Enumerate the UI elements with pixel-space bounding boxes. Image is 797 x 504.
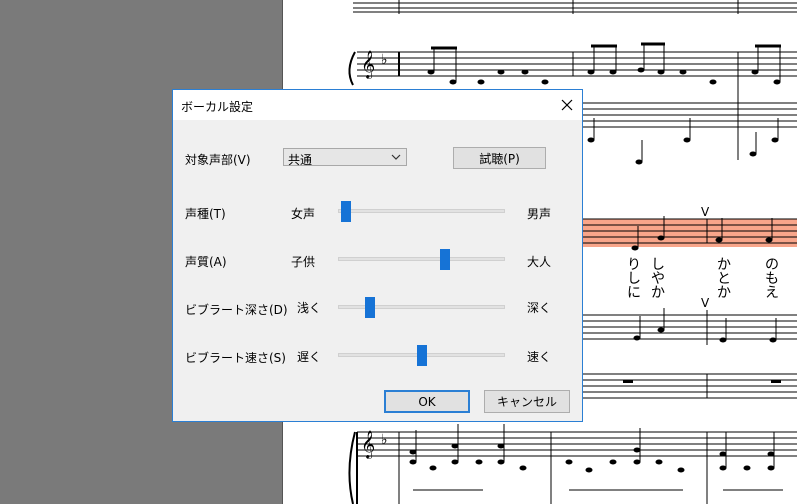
svg-text:♭: ♭ xyxy=(381,432,388,448)
lyric-char: し xyxy=(651,257,665,273)
target-part-label: 対象声部(V) xyxy=(185,153,251,167)
slider-max-vibrato-depth: 深く xyxy=(527,301,552,315)
close-button[interactable] xyxy=(552,90,582,120)
dialog-title: ボーカル設定 xyxy=(181,100,254,114)
target-part-select[interactable]: 共通 xyxy=(283,148,407,167)
lyric-char: の xyxy=(765,257,779,273)
slider-label-voice-type: 声種(T) xyxy=(185,207,226,221)
cancel-button[interactable]: キャンセル xyxy=(484,390,570,413)
slider-label-vibrato-speed: ビブラート速さ(S) xyxy=(185,351,286,365)
slider-thumb-voice-type[interactable] xyxy=(341,201,352,222)
lyric-char: え xyxy=(765,285,779,301)
slider-min-vibrato-speed: 遅く xyxy=(297,350,322,364)
close-icon xyxy=(561,99,573,111)
lyric-char: り xyxy=(627,257,641,273)
slider-min-vibrato-depth: 浅く xyxy=(297,301,322,315)
lyric-char: も xyxy=(765,271,779,287)
lyric-char: か xyxy=(717,257,731,273)
slider-label-vibrato-depth: ビブラート深さ(D) xyxy=(185,303,288,317)
slider-thumb-vibrato-depth[interactable] xyxy=(364,297,375,318)
svg-text:𝄞: 𝄞 xyxy=(361,430,375,459)
lyric-char: か xyxy=(717,285,731,301)
slider-track-voice-type[interactable] xyxy=(338,209,505,213)
svg-text:V: V xyxy=(701,205,710,219)
lyric-char: か xyxy=(651,285,665,301)
svg-text:𝄞: 𝄞 xyxy=(361,50,375,79)
svg-text:♭: ♭ xyxy=(381,52,388,68)
lyric-char: し xyxy=(627,271,641,287)
slider-max-voice-type: 男声 xyxy=(527,207,552,221)
dialog-titlebar[interactable]: ボーカル設定 xyxy=(173,90,582,120)
slider-thumb-voice-quality[interactable] xyxy=(440,249,451,270)
chevron-down-icon xyxy=(391,154,401,160)
slider-label-voice-quality: 声質(A) xyxy=(185,255,227,269)
slider-track-vibrato-depth[interactable] xyxy=(338,305,505,309)
lyric-char: に xyxy=(627,285,641,301)
target-part-value: 共通 xyxy=(288,153,313,167)
preview-button[interactable]: 試聴(P) xyxy=(453,147,546,169)
slider-max-voice-quality: 大人 xyxy=(527,255,552,269)
slider-min-voice-type: 女声 xyxy=(291,207,316,221)
ok-button[interactable]: OK xyxy=(384,390,470,413)
lyric-char: や xyxy=(651,271,665,287)
slider-max-vibrato-speed: 速く xyxy=(527,350,552,364)
lyric-char: と xyxy=(717,271,731,287)
slider-thumb-vibrato-speed[interactable] xyxy=(416,345,427,366)
vocal-settings-dialog: ボーカル設定 対象声部(V) 共通 試聴(P) 声種(T) 女声 男声 声質(A… xyxy=(172,89,583,422)
lyrics-block: り し に し や か か と か の も え xyxy=(627,258,797,306)
slider-track-voice-quality[interactable] xyxy=(338,257,505,261)
slider-min-voice-quality: 子供 xyxy=(291,255,316,269)
